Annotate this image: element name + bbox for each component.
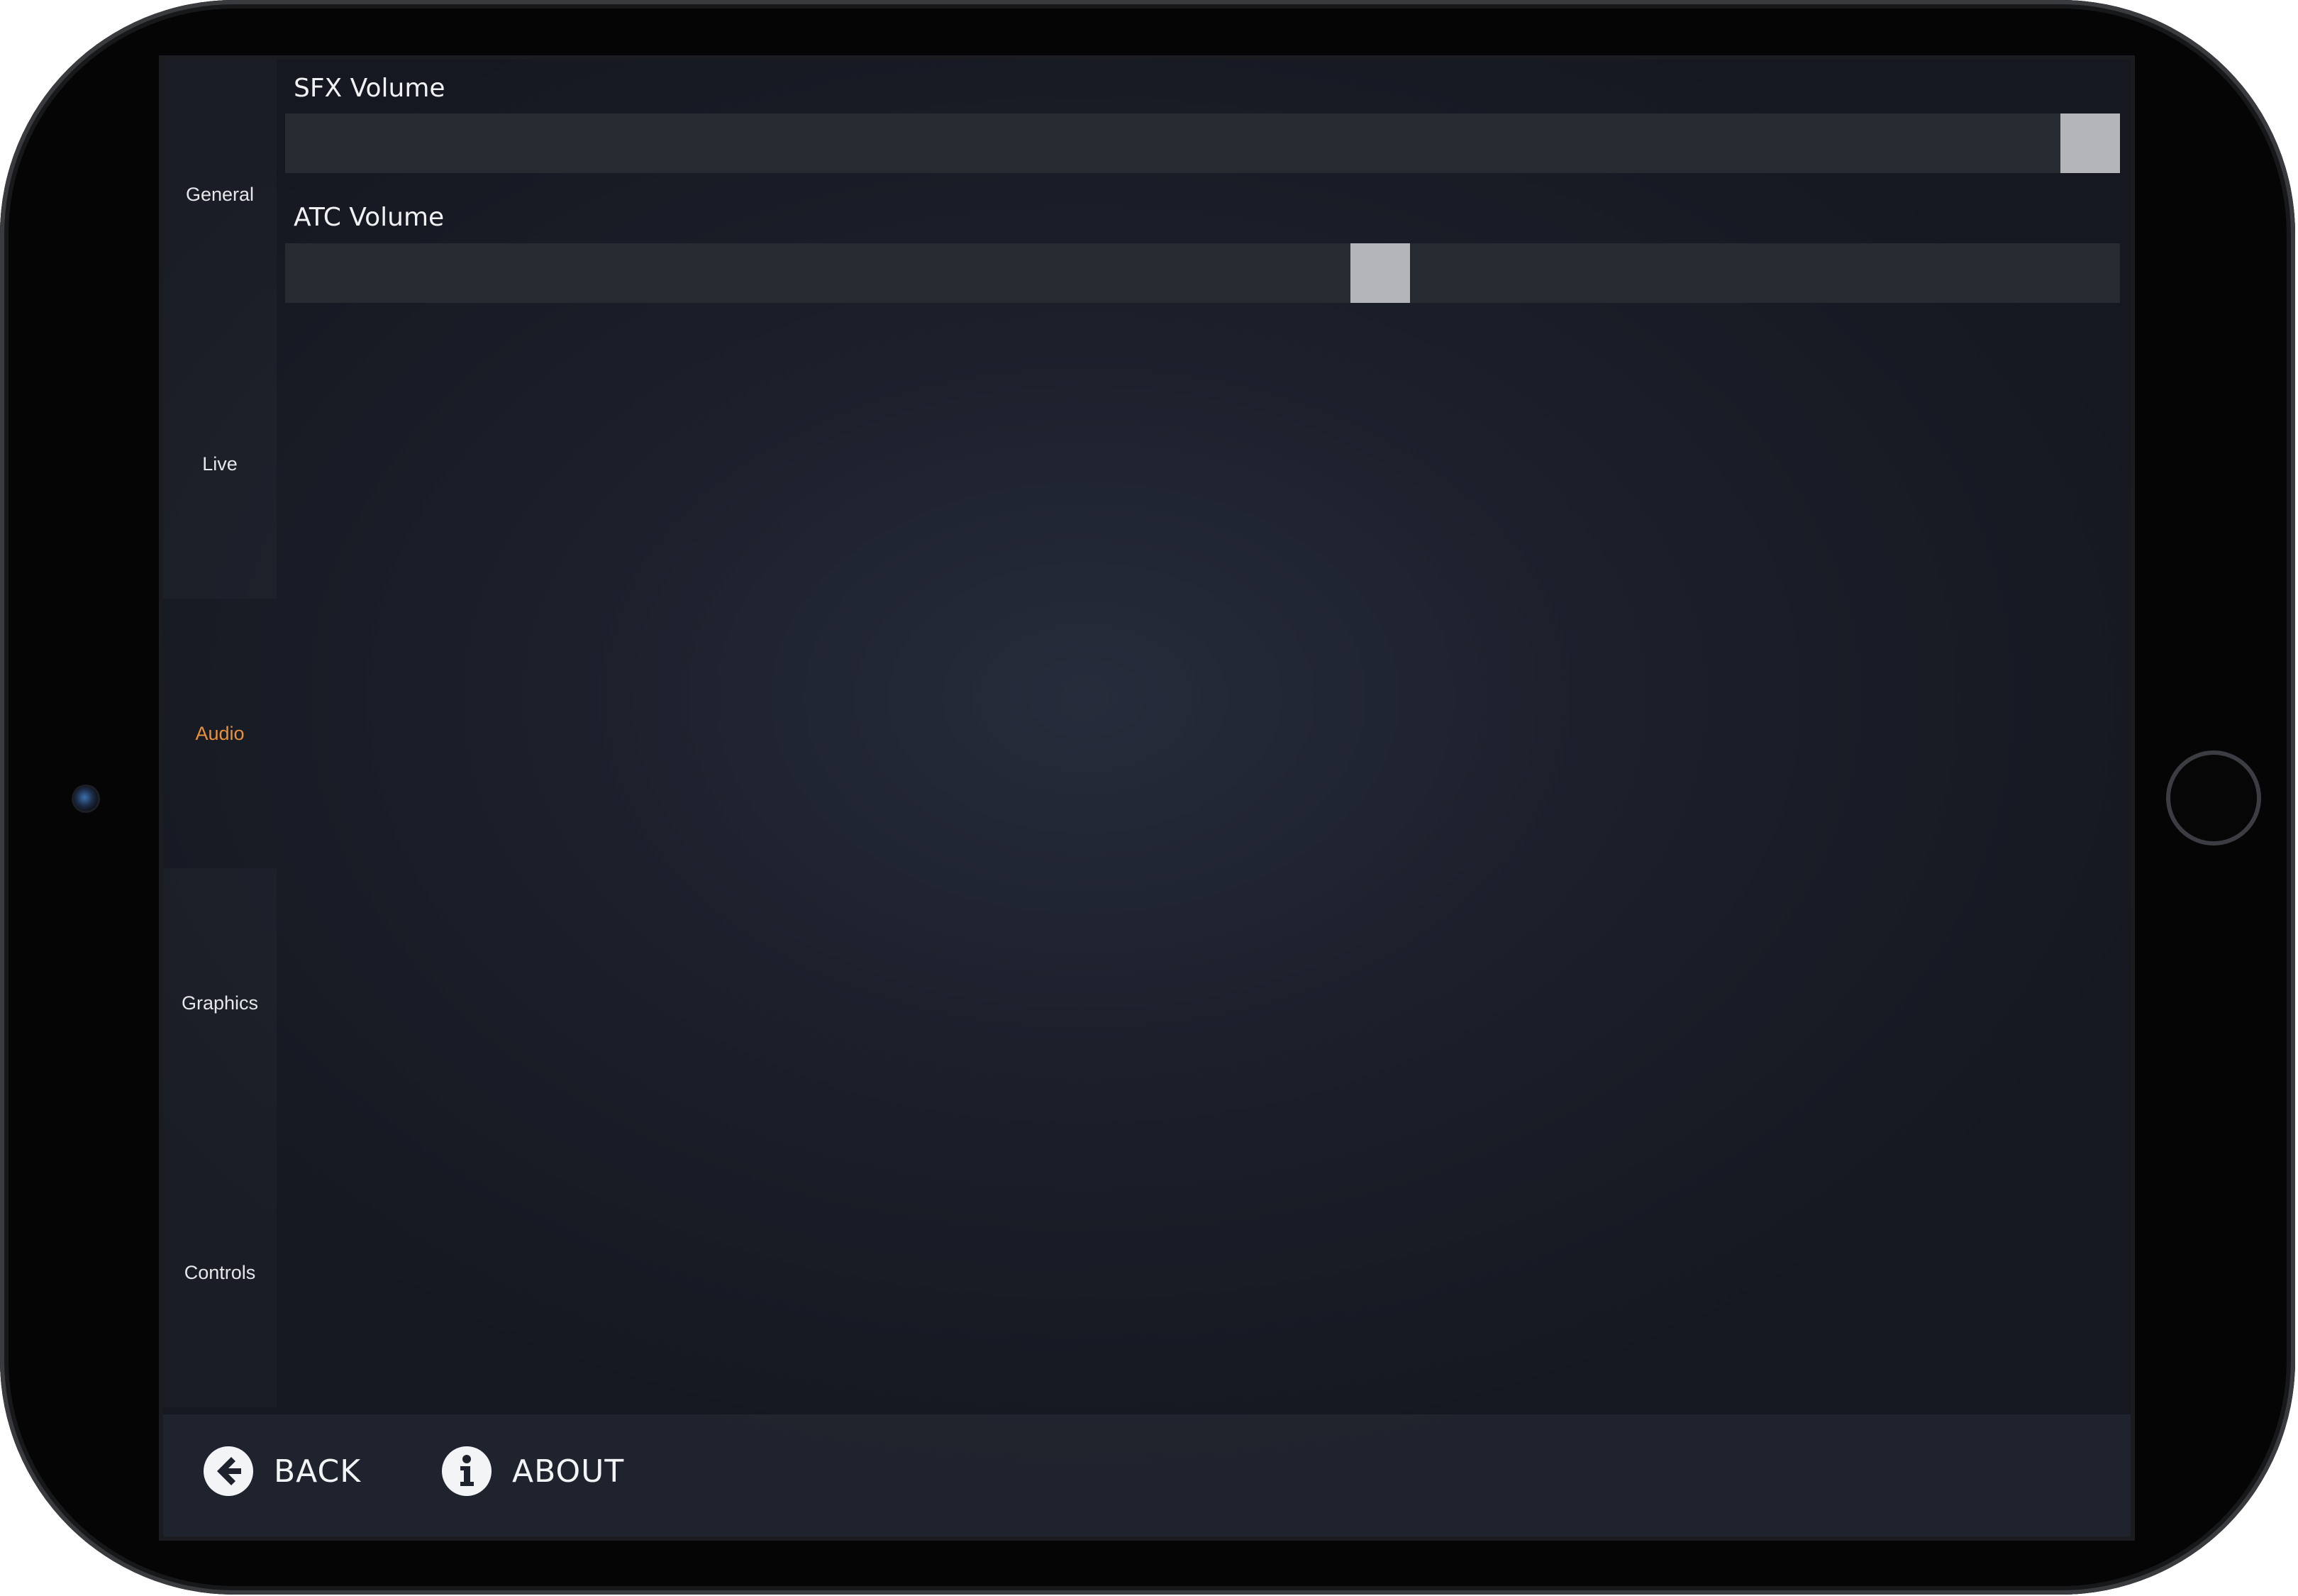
back-button[interactable]: BACK — [203, 1444, 361, 1498]
footer-bar: BACK ABOUT — [163, 1414, 2131, 1536]
sfx-volume-slider[interactable] — [285, 113, 2120, 173]
tablet-device-frame: General Live Audio Graphics Controls SFX… — [0, 0, 2295, 1595]
back-label: BACK — [274, 1453, 362, 1490]
sidebar-item-label: General — [185, 183, 255, 205]
atc-volume-thumb[interactable] — [1350, 243, 1410, 303]
about-button[interactable]: ABOUT — [441, 1444, 624, 1498]
sidebar-item-label: Graphics — [181, 992, 259, 1014]
sidebar-item-audio[interactable]: Audio — [163, 599, 277, 868]
sidebar-item-label: Controls — [184, 1261, 256, 1283]
home-button[interactable] — [2166, 750, 2261, 846]
sidebar-item-general[interactable]: General — [163, 60, 277, 329]
sidebar-item-label: Audio — [195, 722, 245, 744]
info-circle-icon — [442, 1446, 492, 1496]
front-camera — [74, 787, 98, 811]
atc-volume-label: ATC Volume — [294, 203, 445, 232]
settings-sidebar: General Live Audio Graphics Controls — [163, 60, 277, 1414]
sidebar-item-graphics[interactable]: Graphics — [163, 868, 277, 1138]
sidebar-item-live[interactable]: Live — [163, 329, 277, 599]
app-screen: General Live Audio Graphics Controls SFX… — [163, 60, 2131, 1536]
atc-volume-slider[interactable] — [285, 243, 2120, 303]
about-label: ABOUT — [512, 1453, 625, 1490]
sidebar-item-controls[interactable]: Controls — [163, 1138, 277, 1407]
sfx-volume-label: SFX Volume — [294, 74, 445, 103]
sfx-volume-thumb[interactable] — [2060, 113, 2120, 173]
sidebar-item-label: Live — [202, 453, 238, 475]
arrow-left-circle-icon — [204, 1446, 253, 1496]
